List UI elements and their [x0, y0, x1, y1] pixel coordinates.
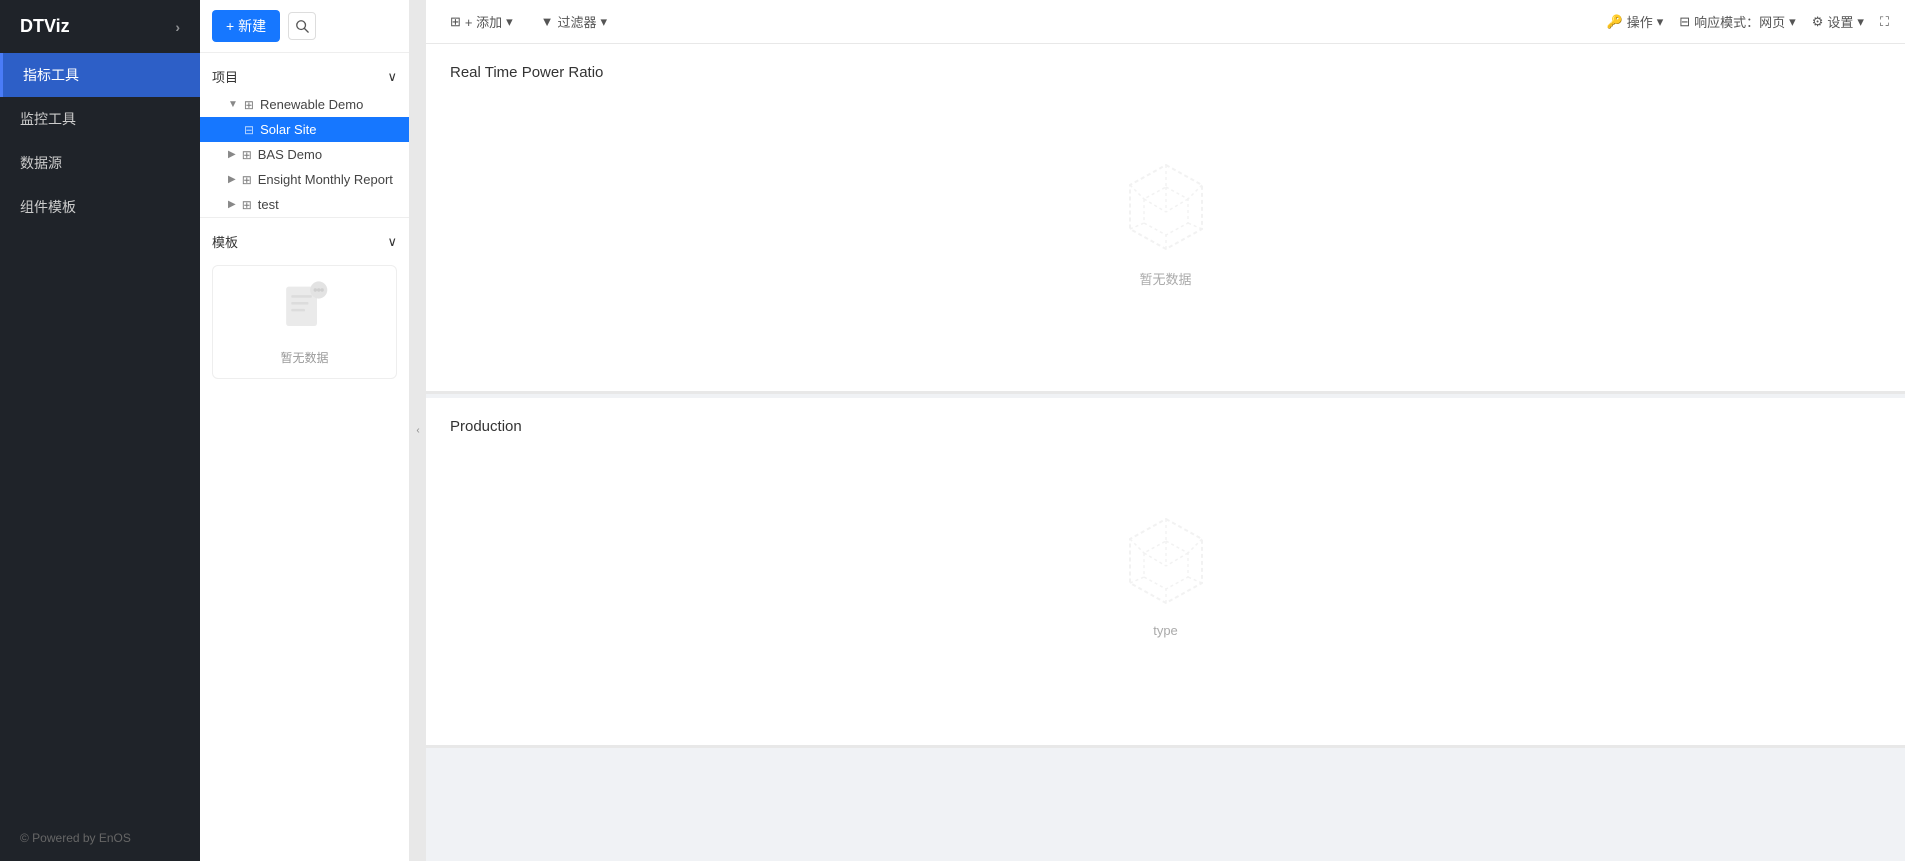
settings-button[interactable]: ⚙ 设置 ▾ [1812, 12, 1864, 31]
folder-icon-bas: ⊞ [242, 148, 252, 162]
new-button[interactable]: + 新建 [212, 10, 280, 42]
empty-hexagon-icon-1 [1116, 157, 1216, 257]
template-collapse-icon: ∨ [387, 234, 397, 250]
template-placeholder-icon [275, 278, 335, 338]
search-icon [295, 19, 309, 33]
sidebar-item-indicators[interactable]: 指标工具 [0, 53, 200, 97]
main-toolbar: ⊞ + 添加 ▾ ▼ 过滤器 ▾ 🔑 操作 ▾ ⊟ 响应模式：网页 ▾ ⚙ 设置 [426, 0, 1905, 44]
main-content: ⊞ + 添加 ▾ ▼ 过滤器 ▾ 🔑 操作 ▾ ⊟ 响应模式：网页 ▾ ⚙ 设置 [426, 0, 1905, 861]
widgets-area: Real Time Power Ratio [426, 44, 1905, 861]
project-section-header[interactable]: 项目 ∨ [200, 61, 409, 92]
add-button[interactable]: ⊞ + 添加 ▾ [442, 8, 521, 35]
response-mode-button[interactable]: ⊟ 响应模式：网页 ▾ [1679, 12, 1795, 31]
tree-item-bas-demo[interactable]: ▶ ⊞ BAS Demo [200, 142, 409, 167]
template-section-header[interactable]: 模板 ∨ [200, 226, 409, 257]
expand-button[interactable]: ⛶ [1880, 14, 1889, 30]
tree-item-test[interactable]: ▶ ⊞ test [200, 192, 409, 217]
app-logo[interactable]: DTViz › [0, 0, 200, 53]
operation-button[interactable]: 🔑 操作 ▾ [1607, 12, 1664, 31]
key-icon: 🔑 [1607, 14, 1623, 30]
sidebar-item-datasource[interactable]: 数据源 [0, 141, 200, 185]
folder-icon-ensight: ⊞ [242, 173, 252, 187]
widget-border-1 [426, 391, 1905, 394]
tree-item-ensight[interactable]: ▶ ⊞ Ensight Monthly Report [200, 167, 409, 192]
screen-icon: ⊟ [1679, 14, 1690, 30]
tree-section: 项目 ∨ ▼ ⊞ Renewable Demo ⊟ Solar Site ▶ ⊞… [200, 53, 409, 861]
filter-button[interactable]: ▼ 过滤器 ▾ [533, 8, 615, 35]
sidebar-item-monitor[interactable]: 监控工具 [0, 97, 200, 141]
tree-item-solar-site[interactable]: ⊟ Solar Site [200, 117, 409, 142]
template-empty-text: 暂无数据 [225, 349, 384, 366]
widget-title-1: Real Time Power Ratio [450, 64, 1881, 81]
widget-production: Production type [426, 398, 1905, 748]
expand-icon-ensight: ▶ [228, 174, 236, 185]
add-chevron-icon: ▾ [506, 14, 513, 30]
sidebar-footer: © Powered by EnOS [0, 815, 200, 861]
widget-real-time-power-ratio: Real Time Power Ratio [426, 44, 1905, 394]
widget-empty-1: 暂无数据 [450, 97, 1881, 318]
template-section: 模板 ∨ 暂无数据 [200, 217, 409, 395]
collapse-handle[interactable]: ‹ [410, 0, 426, 861]
widget-title-2: Production [450, 418, 1881, 435]
project-collapse-icon: ∨ [387, 69, 397, 85]
panel-toolbar: + 新建 [200, 0, 409, 53]
toolbar-right: 🔑 操作 ▾ ⊟ 响应模式：网页 ▾ ⚙ 设置 ▾ ⛶ [1607, 12, 1890, 31]
settings-chevron-icon: ▾ [1857, 14, 1864, 30]
filter-chevron-icon: ▾ [601, 14, 608, 30]
sidebar-item-component-template[interactable]: 组件模板 [0, 185, 200, 229]
template-empty-card[interactable]: 暂无数据 [212, 265, 397, 379]
logo-text: DTViz [20, 16, 70, 37]
folder-icon-test: ⊞ [242, 198, 252, 212]
file-icon: ⊟ [244, 123, 254, 137]
empty-hexagon-icon-2 [1116, 511, 1216, 611]
app-sidebar: DTViz › 指标工具 监控工具 数据源 组件模板 © Powered by … [0, 0, 200, 861]
expand-icon: ▼ [228, 99, 238, 110]
logo-chevron-icon: › [175, 19, 180, 35]
empty-text-2: type [1153, 623, 1178, 638]
search-button[interactable] [288, 12, 316, 40]
op-chevron-icon: ▾ [1657, 14, 1664, 30]
widget-empty-2: type [450, 451, 1881, 668]
filter-icon: ▼ [541, 14, 554, 29]
tree-item-renewable-demo[interactable]: ▼ ⊞ Renewable Demo [200, 92, 409, 117]
expand-icon-bas: ▶ [228, 149, 236, 160]
widget-border-2 [426, 745, 1905, 748]
add-icon: ⊞ [450, 14, 461, 30]
panel-sidebar: + 新建 项目 ∨ ▼ ⊞ Renewable Demo ⊟ Solar Sit… [200, 0, 410, 861]
folder-icon: ⊞ [244, 98, 254, 112]
expand-icon-test: ▶ [228, 199, 236, 210]
gear-icon: ⚙ [1812, 14, 1824, 30]
empty-text-1: 暂无数据 [1139, 269, 1191, 288]
resp-chevron-icon: ▾ [1789, 14, 1796, 30]
